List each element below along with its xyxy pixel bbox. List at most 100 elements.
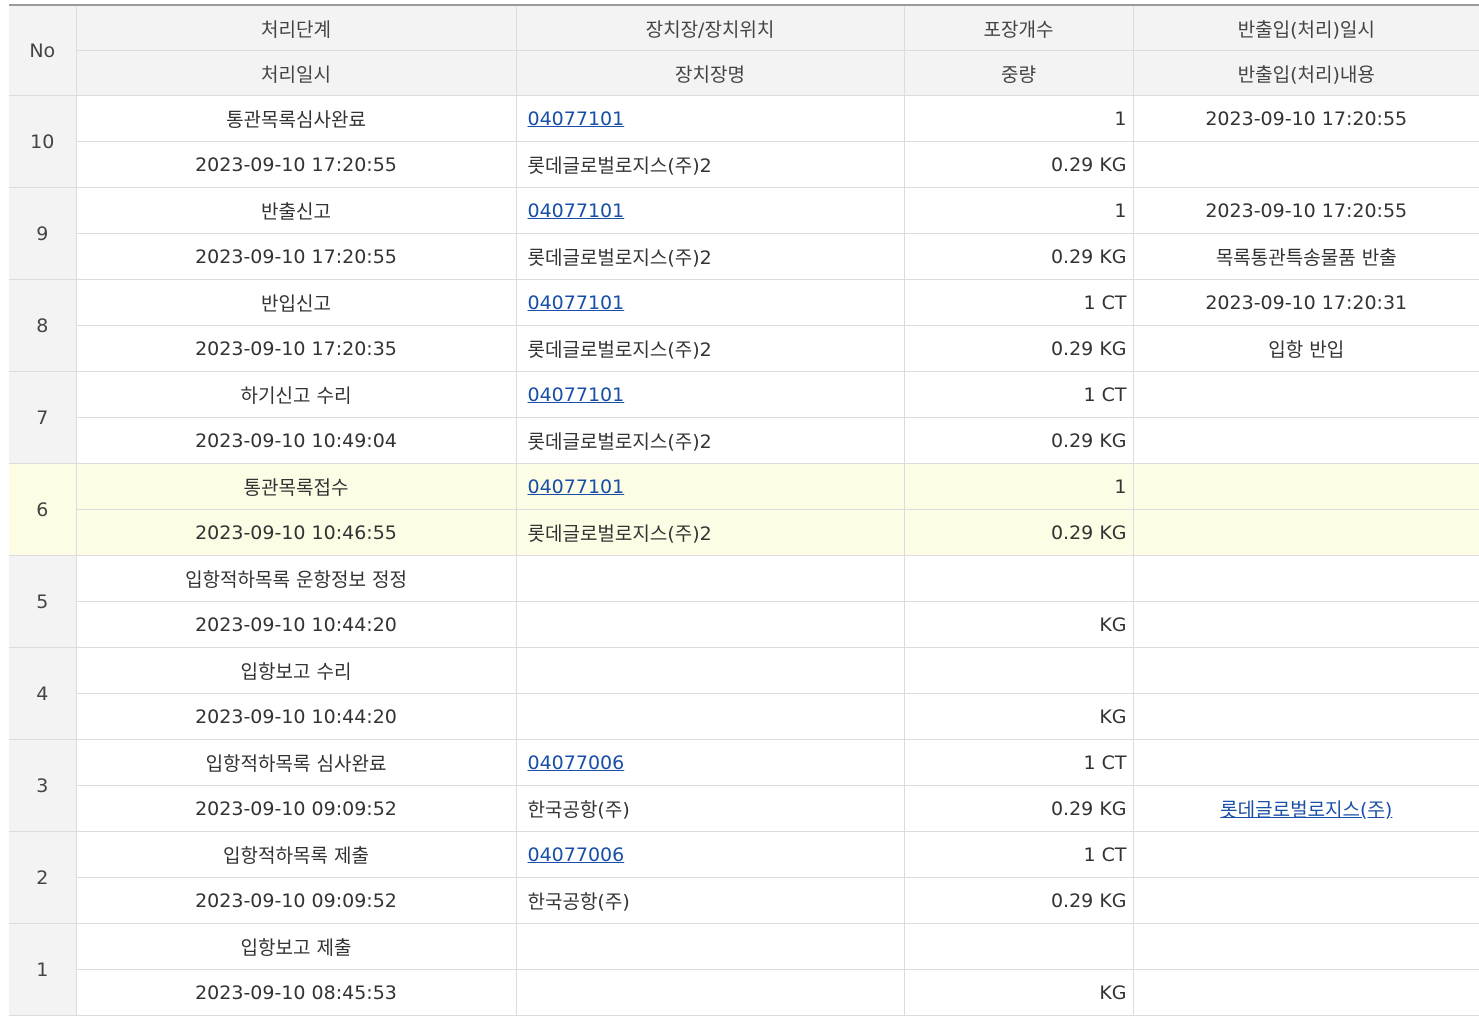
io-datetime-cell: 2023-09-10 17:20:55 [1132, 95, 1479, 142]
datetime-cell: 2023-09-10 17:20:35 [76, 325, 517, 372]
io-content-cell: 입항 반입 [1132, 325, 1479, 372]
row-number: 10 [9, 95, 77, 188]
location-code-cell: 04077101 [515, 187, 905, 234]
io-datetime-cell: 2023-09-10 17:20:55 [1132, 187, 1479, 234]
location-name-cell: 한국공항(주) [515, 877, 905, 924]
stage-cell: 입항적하목록 운항정보 정정 [75, 555, 517, 602]
row-number: 7 [9, 371, 77, 464]
stage-cell: 반입신고 [75, 279, 517, 326]
io-datetime-cell [1132, 463, 1479, 510]
stage-cell: 통관목록접수 [75, 463, 517, 510]
location-code-link[interactable]: 04077006 [528, 752, 625, 774]
location-code-cell: 04077006 [515, 831, 905, 878]
weight-cell: 0.29 KG [903, 141, 1134, 188]
table-row: 9 반출신고 04077101 1 2023-09-10 17:20:55 [9, 187, 1479, 280]
location-name-cell: 한국공항(주) [515, 785, 905, 832]
table-row-detail: 2023-09-10 09:09:52 한국공항(주) 0.29 KG [9, 877, 1479, 924]
header-location-name: 장치장명 [515, 50, 905, 96]
io-datetime-cell [1132, 555, 1479, 602]
table-row-detail: 2023-09-10 17:20:55 롯데글로벌로지스(주)2 0.29 KG 목록… [9, 233, 1479, 280]
packages-cell: 1 CT [903, 371, 1134, 418]
table-row-detail: 2023-09-10 10:46:55 롯데글로벌로지스(주)2 0.29 KG [9, 509, 1479, 556]
table-body: 10 통관목록심사완료 04077101 1 2023-09-10 17:20:55 20… [9, 95, 1479, 1016]
io-content-cell [1132, 877, 1479, 924]
io-content-link[interactable]: 롯데글로벌로지스(주) [1220, 799, 1392, 821]
row-number: 8 [9, 279, 77, 372]
table-row: 5 입항적하목록 운항정보 정정 [9, 555, 1479, 648]
datetime-cell: 2023-09-10 17:20:55 [76, 233, 517, 280]
location-code-link[interactable]: 04077101 [528, 384, 625, 406]
table-row-detail: 2023-09-10 17:20:55 롯데글로벌로지스(주)2 0.29 KG [9, 141, 1479, 188]
location-code-cell [515, 923, 905, 970]
stage-cell: 통관목록심사완료 [75, 95, 517, 142]
row-number: 1 [9, 923, 77, 1016]
progress-table: No 처리단계 장치장/장치위치 포장개수 반출입(처리)일시 처리일시 장치장… [9, 4, 1479, 1016]
stage-cell: 하기신고 수리 [75, 371, 517, 418]
header-io-content: 반출입(처리)내용 [1132, 50, 1479, 96]
location-name-cell: 롯데글로벌로지스(주)2 [515, 509, 905, 556]
header-no: No [9, 4, 77, 96]
packages-cell: 1 [903, 187, 1134, 234]
location-code-cell: 04077101 [515, 279, 905, 326]
weight-cell: 0.29 KG [903, 325, 1134, 372]
table-row-detail: 2023-09-10 10:44:20 KG [9, 601, 1479, 648]
io-content-cell [1132, 509, 1479, 556]
table-row: 7 하기신고 수리 04077101 1 CT [9, 371, 1479, 464]
table-row: 6 통관목록접수 04077101 1 [9, 463, 1479, 556]
table-row: 10 통관목록심사완료 04077101 1 2023-09-10 17:20:55 [9, 95, 1479, 188]
io-content-cell [1132, 417, 1479, 464]
io-content-cell [1132, 601, 1479, 648]
table-row-detail: 2023-09-10 17:20:35 롯데글로벌로지스(주)2 0.29 KG 입항… [9, 325, 1479, 372]
io-datetime-cell [1132, 923, 1479, 970]
io-datetime-cell [1132, 371, 1479, 418]
datetime-cell: 2023-09-10 10:46:55 [76, 509, 517, 556]
packages-cell: 1 [903, 95, 1134, 142]
progress-table-container: No 처리단계 장치장/장치위치 포장개수 반출입(처리)일시 처리일시 장치장… [9, 4, 1479, 1016]
table-row-detail: 2023-09-10 10:49:04 롯데글로벌로지스(주)2 0.29 KG [9, 417, 1479, 464]
datetime-cell: 2023-09-10 10:49:04 [76, 417, 517, 464]
stage-cell: 입항보고 제출 [75, 923, 517, 970]
location-code-cell [515, 647, 905, 694]
row-number: 2 [9, 831, 77, 924]
location-name-cell: 롯데글로벌로지스(주)2 [515, 141, 905, 188]
packages-cell: 1 CT [903, 279, 1134, 326]
datetime-cell: 2023-09-10 09:09:52 [76, 785, 517, 832]
location-code-link[interactable]: 04077101 [528, 476, 625, 498]
datetime-cell: 2023-09-10 09:09:52 [76, 877, 517, 924]
row-number: 6 [9, 463, 77, 556]
table-header: No 처리단계 장치장/장치위치 포장개수 반출입(처리)일시 처리일시 장치장… [9, 4, 1479, 96]
io-content-text: 목록통관특송물품 반출 [1215, 247, 1397, 269]
weight-cell: 0.29 KG [903, 785, 1134, 832]
header-weight: 중량 [903, 50, 1134, 96]
location-code-cell: 04077101 [515, 463, 905, 510]
location-code-cell: 04077101 [515, 95, 905, 142]
packages-cell: 1 CT [903, 831, 1134, 878]
weight-cell: 0.29 KG [903, 417, 1134, 464]
location-code-cell: 04077101 [515, 371, 905, 418]
location-name-cell [515, 601, 905, 648]
header-datetime: 처리일시 [76, 50, 517, 96]
location-code-link[interactable]: 04077101 [528, 108, 625, 130]
io-content-cell [1132, 141, 1479, 188]
location-name-cell: 롯데글로벌로지스(주)2 [515, 417, 905, 464]
location-name-cell: 롯데글로벌로지스(주)2 [515, 325, 905, 372]
weight-cell: 0.29 KG [903, 877, 1134, 924]
stage-cell: 입항적하목록 제출 [75, 831, 517, 878]
location-code-link[interactable]: 04077101 [528, 200, 625, 222]
stage-cell: 입항적하목록 심사완료 [75, 739, 517, 786]
stage-cell: 입항보고 수리 [75, 647, 517, 694]
datetime-cell: 2023-09-10 10:44:20 [76, 693, 517, 740]
packages-cell [903, 923, 1134, 970]
table-row: 3 입항적하목록 심사완료 04077006 1 CT [9, 739, 1479, 832]
location-name-cell [515, 693, 905, 740]
io-content-cell: 롯데글로벌로지스(주) [1132, 785, 1479, 832]
row-number: 5 [9, 555, 77, 648]
io-content-cell [1132, 693, 1479, 740]
location-code-link[interactable]: 04077006 [528, 844, 625, 866]
datetime-cell: 2023-09-10 10:44:20 [76, 601, 517, 648]
io-datetime-cell [1132, 647, 1479, 694]
packages-cell [903, 555, 1134, 602]
location-code-link[interactable]: 04077101 [528, 292, 625, 314]
table-row-detail: 2023-09-10 09:09:52 한국공항(주) 0.29 KG 롯데글로벌로지… [9, 785, 1479, 832]
io-content-cell: 목록통관특송물품 반출 [1132, 233, 1479, 280]
